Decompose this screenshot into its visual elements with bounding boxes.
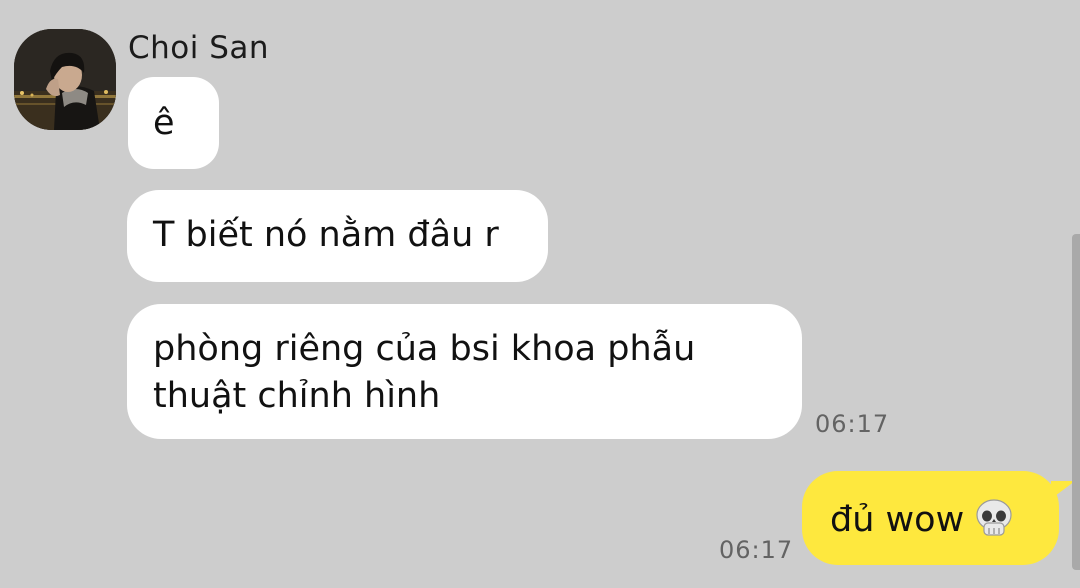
- scrollbar[interactable]: [1072, 234, 1080, 570]
- outgoing-timestamp: 06:17: [719, 536, 794, 564]
- message-text: đủ wow: [830, 500, 965, 540]
- message-text: ê: [153, 103, 175, 143]
- message-text: T biết nó nằm đâu r: [153, 215, 499, 255]
- incoming-message-bubble[interactable]: ê: [128, 77, 219, 169]
- skull-icon: [974, 499, 1014, 550]
- incoming-message-bubble[interactable]: T biết nó nằm đâu r: [127, 190, 548, 282]
- message-text: phòng riêng của bsi khoa phẫu thuật chỉn…: [153, 329, 696, 416]
- outgoing-message-bubble[interactable]: đủ wow: [802, 471, 1075, 565]
- sender-name: Choi San: [128, 30, 270, 66]
- incoming-timestamp: 06:17: [815, 410, 890, 438]
- profile-photo-icon: [14, 29, 116, 130]
- incoming-message-bubble[interactable]: phòng riêng của bsi khoa phẫu thuật chỉn…: [127, 304, 802, 439]
- avatar[interactable]: [14, 29, 116, 130]
